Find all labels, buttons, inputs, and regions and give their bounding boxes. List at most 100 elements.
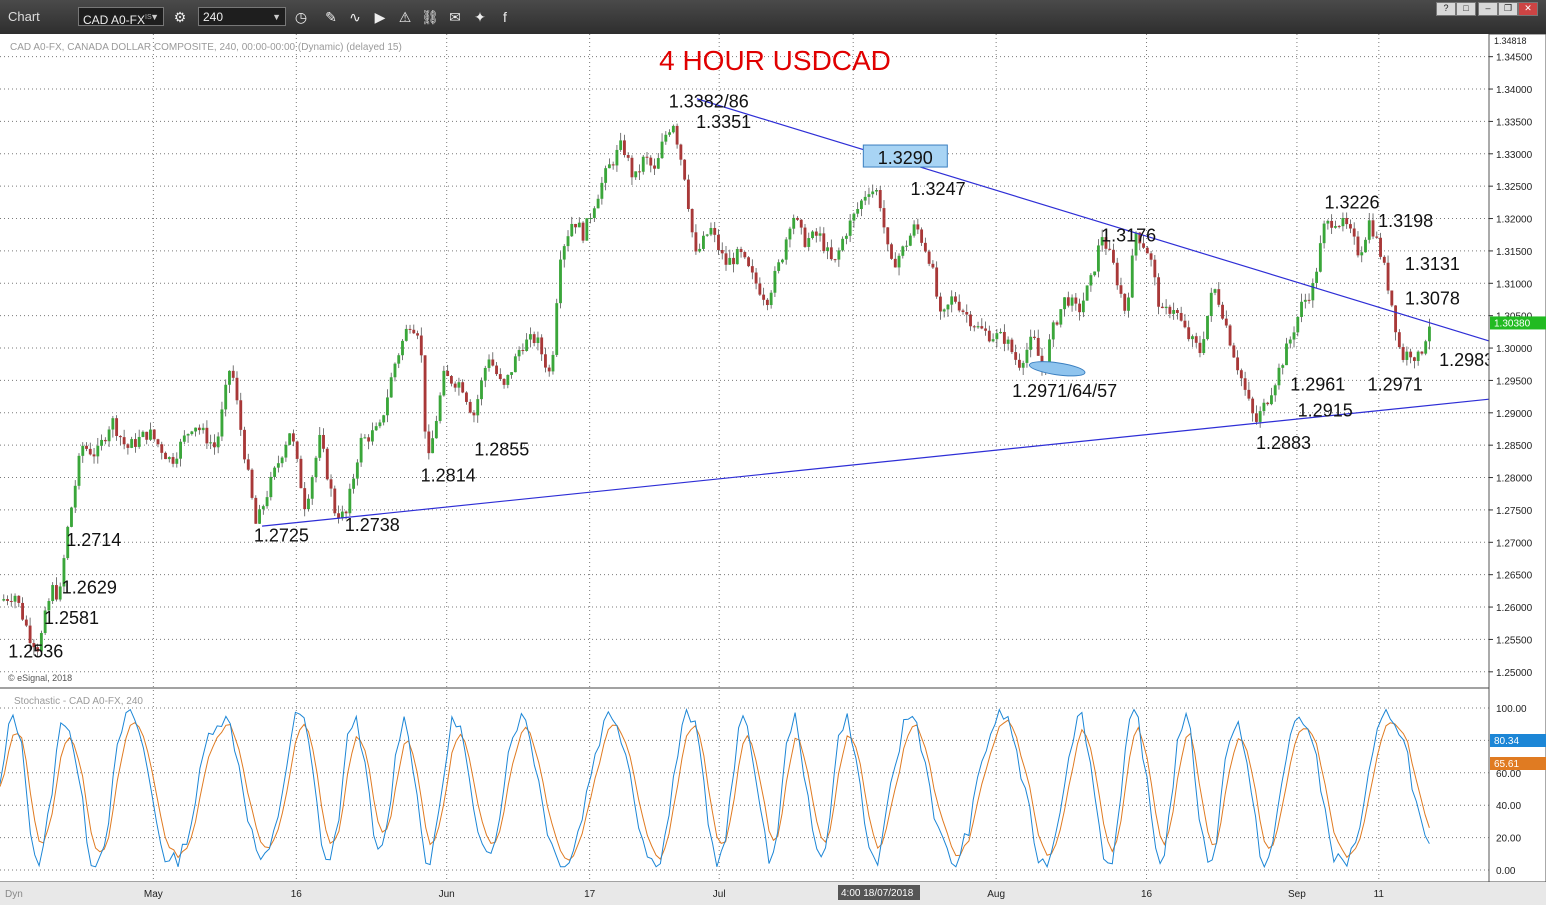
candle-body [1228, 325, 1232, 346]
candle-body [13, 595, 17, 602]
stochastic-d-value: 65.61 [1494, 759, 1519, 770]
candle-body [333, 488, 337, 514]
candle-body [85, 445, 88, 449]
candle-body [841, 238, 845, 251]
candle-body [1364, 239, 1367, 253]
candle-body [307, 498, 310, 510]
settings-gear-icon[interactable]: ⚙ [171, 8, 189, 26]
candle-body [942, 309, 946, 312]
candle-body [867, 194, 871, 197]
candle-body [1074, 297, 1078, 304]
time-tick-label: May [144, 889, 163, 900]
candle-body [1123, 293, 1127, 311]
candle-body [521, 350, 525, 352]
candle-body [231, 370, 235, 378]
candle-body [1288, 339, 1292, 344]
chevron-down-icon: ▼ [150, 12, 159, 22]
candle-body [1251, 398, 1255, 414]
candle-body [690, 209, 694, 233]
chart-area[interactable]: 1.3382/861.33511.32901.32471.31761.32261… [0, 34, 1546, 905]
candle-body [28, 625, 32, 644]
candle-body [1081, 300, 1085, 313]
candle-body [604, 168, 608, 183]
candle-body [882, 208, 886, 228]
pencil-icon[interactable]: ✎ [322, 8, 340, 26]
crosshair-date: 4:00 18/07/2018 [841, 888, 914, 899]
line-style-icon[interactable]: ∿ [346, 8, 364, 26]
candle-body [829, 247, 833, 260]
candle-body [675, 125, 679, 145]
chat-icon[interactable]: ✉ [446, 8, 464, 26]
candle-body [1029, 336, 1033, 350]
close-button[interactable]: ✕ [1518, 2, 1538, 16]
candle-body [660, 141, 664, 159]
price-tick-label: 1.28000 [1496, 474, 1533, 485]
candle-body [1247, 389, 1251, 399]
candle-body [194, 427, 198, 432]
restore-pane-button[interactable]: □ [1456, 2, 1476, 16]
dyn-label[interactable]: Dyn [5, 889, 23, 900]
candle-body [555, 303, 559, 355]
candle-body [205, 427, 209, 444]
candle-body [107, 429, 111, 442]
price-tick-label: 1.32500 [1496, 182, 1533, 193]
candle-body [299, 458, 303, 489]
candle-body [1375, 236, 1379, 238]
candle-body [935, 267, 939, 297]
candle-body [378, 422, 382, 427]
candle-body [562, 246, 566, 260]
maximize-button[interactable]: ❐ [1498, 2, 1518, 16]
candle-body [1382, 256, 1386, 263]
candle-body [859, 200, 863, 210]
symbol-select[interactable]: CAD A0-FXIS ▼ [78, 7, 164, 27]
candle-body [668, 132, 672, 135]
price-tick-label: 1.25000 [1496, 668, 1533, 679]
candle-body [182, 435, 186, 442]
alert-icon[interactable]: ⚠ [396, 8, 414, 26]
candle-body [261, 506, 265, 510]
candle-body [923, 242, 927, 252]
facebook-icon[interactable]: f [496, 8, 514, 26]
annotation-label: 1.2629 [62, 577, 117, 597]
stochastic-label: Stochastic - CAD A0-FX, 240 [14, 696, 143, 707]
time-tick-label: Aug [987, 889, 1005, 900]
candle-body [295, 441, 299, 459]
crosshair-date-tag: 4:00 18/07/2018 [838, 885, 920, 900]
candle-body [1281, 365, 1285, 368]
price-tick-label: 1.32000 [1496, 215, 1533, 226]
candle-body [250, 469, 254, 498]
candle-body [88, 448, 92, 455]
candle-body [1085, 285, 1089, 301]
candle-body [728, 257, 732, 265]
candle-body [788, 228, 792, 240]
candle-body [927, 251, 931, 264]
candle-body [1093, 271, 1097, 276]
stochastic-tick-label: 40.00 [1496, 801, 1521, 812]
candle-body [702, 235, 705, 249]
candle-body [735, 249, 739, 265]
help-button[interactable]: ? [1436, 2, 1456, 16]
candle-body [679, 144, 683, 160]
candle-body [1127, 297, 1130, 311]
minimize-button[interactable]: – [1478, 2, 1498, 16]
candle-body [220, 409, 224, 437]
play-icon[interactable]: ▶ [371, 8, 389, 26]
candle-body [814, 231, 818, 236]
candle-body [1409, 351, 1413, 358]
candle-body [408, 328, 412, 330]
candle-body [1262, 402, 1266, 412]
candle-body [878, 190, 882, 209]
price-tick-label: 1.25500 [1496, 635, 1533, 646]
twitter-icon[interactable]: ✦ [471, 8, 489, 26]
candle-body [574, 223, 577, 228]
candle-body [1187, 327, 1191, 340]
candle-body [686, 179, 690, 210]
link-icon[interactable]: ⛓ [421, 8, 439, 26]
clock-icon[interactable]: ◷ [292, 8, 310, 26]
stochastic-d-tag: 65.61 [1490, 757, 1546, 770]
interval-select[interactable]: 240 ▼ [198, 7, 286, 26]
candle-body [777, 262, 781, 271]
candle-body [513, 356, 517, 373]
candle-body [807, 238, 811, 247]
candle-body [2, 599, 6, 601]
